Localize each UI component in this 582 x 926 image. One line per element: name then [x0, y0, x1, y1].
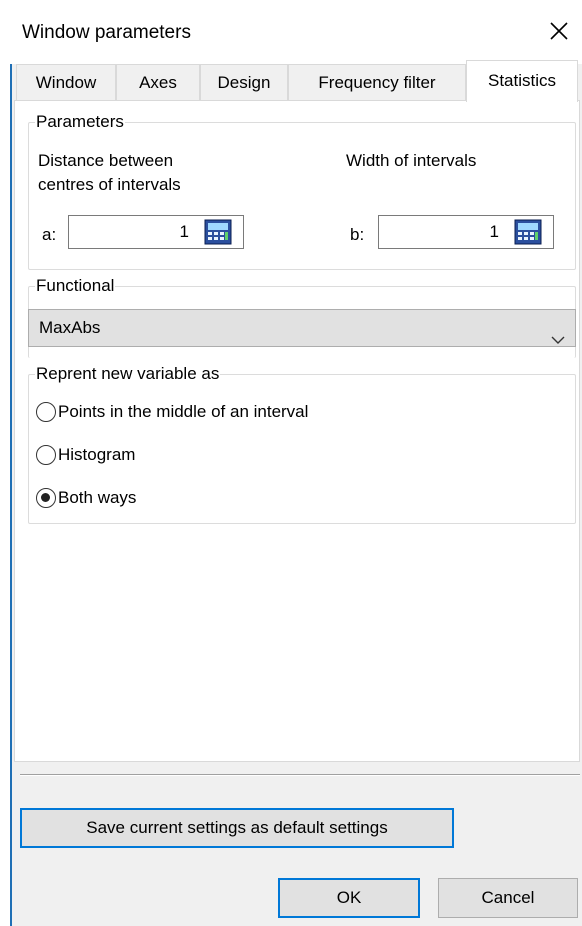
functional-select[interactable]: MaxAbs	[28, 309, 576, 347]
calculator-icon[interactable]	[204, 219, 232, 245]
tab-label: Window	[35, 73, 97, 92]
radio-circle[interactable]	[36, 402, 56, 422]
close-icon[interactable]	[548, 20, 570, 42]
distance-label-line1: Distance between	[38, 151, 174, 170]
tab-label: Frequency filter	[318, 73, 436, 92]
chevron-down-icon	[551, 322, 565, 358]
window-title: Window parameters	[22, 22, 191, 43]
calculator-icon[interactable]	[514, 219, 542, 245]
radio-label: Points in the middle of an interval	[58, 402, 309, 421]
radio-both-ways[interactable]: Both ways	[36, 485, 136, 511]
a-label: a:	[42, 225, 57, 244]
tab-axes[interactable]: Axes	[116, 64, 200, 100]
tab-label: Axes	[139, 73, 177, 92]
ok-button[interactable]: OK	[278, 878, 420, 918]
radio-label: Both ways	[58, 488, 137, 507]
radio-circle[interactable]	[36, 445, 56, 465]
radio-circle[interactable]	[36, 488, 56, 508]
save-default-button[interactable]: Save current settings as default setting…	[20, 808, 454, 848]
separator	[20, 774, 580, 776]
cancel-button[interactable]: Cancel	[438, 878, 578, 918]
tab-frequency-filter[interactable]: Frequency filter	[288, 64, 466, 100]
tab-design[interactable]: Design	[200, 64, 288, 100]
radio-label: Histogram	[58, 445, 136, 464]
radio-histogram[interactable]: Histogram	[36, 442, 135, 468]
tab-label: Design	[217, 73, 271, 92]
tab-statistics[interactable]: Statistics	[466, 60, 578, 102]
distance-label-line2: centres of intervals	[38, 175, 181, 194]
b-label: b:	[350, 225, 365, 244]
functional-legend: Functional	[36, 276, 115, 295]
functional-selected-value: MaxAbs	[39, 318, 101, 337]
represent-legend: Reprent new variable as	[36, 364, 220, 383]
tab-label: Statistics	[487, 71, 557, 90]
parameters-legend: Parameters	[36, 112, 124, 131]
radio-points-middle[interactable]: Points in the middle of an interval	[36, 399, 308, 425]
tab-window[interactable]: Window	[16, 64, 116, 100]
width-label: Width of intervals	[346, 151, 477, 170]
title-bar: Window parameters	[0, 0, 582, 64]
